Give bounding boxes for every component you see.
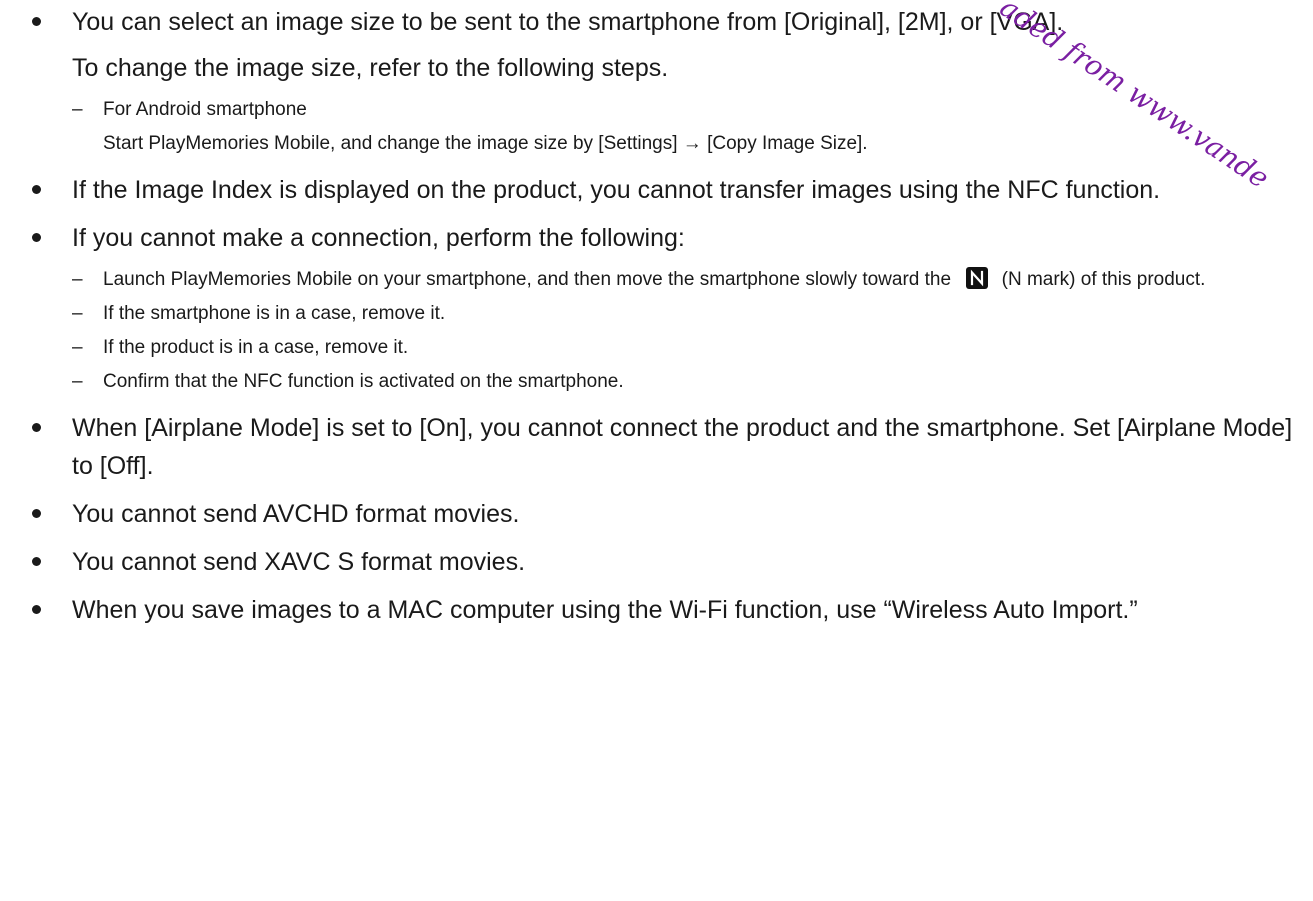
notes-list: You can select an image size to be sent … (26, 3, 1306, 639)
list-item: You cannot send AVCHD format movies. (26, 495, 1306, 533)
sub-item-text: (N mark) of this product. (1001, 269, 1206, 290)
item-text: You can select an image size to be sent … (72, 8, 1064, 36)
list-item: You cannot send XAVC S format movies. (26, 543, 1306, 581)
sub-item-text: If the smartphone is in a case, remove i… (103, 303, 446, 324)
item-text: To change the image size, refer to the f… (72, 54, 669, 82)
list-item: When [Airplane Mode] is set to [On], you… (26, 409, 1306, 485)
item-text: When [Airplane Mode] is set to [On], you… (72, 414, 1293, 480)
bullet (32, 233, 41, 242)
bullet (32, 557, 41, 566)
dash-marker: – (72, 337, 83, 358)
dash-marker: – (72, 303, 83, 324)
sub-item-text: Start PlayMemories Mobile, and change th… (103, 133, 868, 154)
sub-list: – For Android smartphone Start PlayMemor… (72, 93, 1306, 161)
sub-list-item: – If the product is in a case, remove it… (72, 331, 1306, 365)
bullet (32, 509, 41, 518)
list-item: If the Image Index is displayed on the p… (26, 171, 1306, 209)
nfc-n-mark-icon (966, 267, 989, 289)
sub-item-text: Confirm that the NFC function is activat… (103, 371, 624, 392)
sub-list-item: – If the smartphone is in a case, remove… (72, 297, 1306, 331)
bullet (32, 605, 41, 614)
dash-marker: – (72, 269, 83, 290)
sub-item-heading: For Android smartphone (103, 99, 307, 120)
dash-marker: – (72, 371, 83, 392)
bullet (32, 185, 41, 194)
sub-list-item: – Launch PlayMemories Mobile on your sma… (72, 263, 1306, 297)
bullet (32, 423, 41, 432)
item-text: If the Image Index is displayed on the p… (72, 176, 1161, 204)
item-text: You cannot send XAVC S format movies. (72, 548, 526, 576)
sub-list-item: – Confirm that the NFC function is activ… (72, 365, 1306, 399)
sub-list: – Launch PlayMemories Mobile on your sma… (72, 263, 1306, 399)
manual-page: You can select an image size to be sent … (0, 0, 1313, 901)
bullet (32, 17, 41, 26)
item-text: When you save images to a MAC computer u… (72, 596, 1138, 624)
sub-item-text: Launch PlayMemories Mobile on your smart… (103, 269, 952, 290)
list-item: You can select an image size to be sent … (26, 3, 1306, 161)
sub-list-item: – For Android smartphone Start PlayMemor… (72, 93, 1306, 161)
sub-item-text: If the product is in a case, remove it. (103, 337, 409, 358)
item-text: You cannot send AVCHD format movies. (72, 500, 520, 528)
list-item: If you cannot make a connection, perform… (26, 219, 1306, 399)
item-text: If you cannot make a connection, perform… (72, 224, 685, 252)
list-item: When you save images to a MAC computer u… (26, 591, 1306, 629)
dash-marker: – (72, 99, 83, 120)
